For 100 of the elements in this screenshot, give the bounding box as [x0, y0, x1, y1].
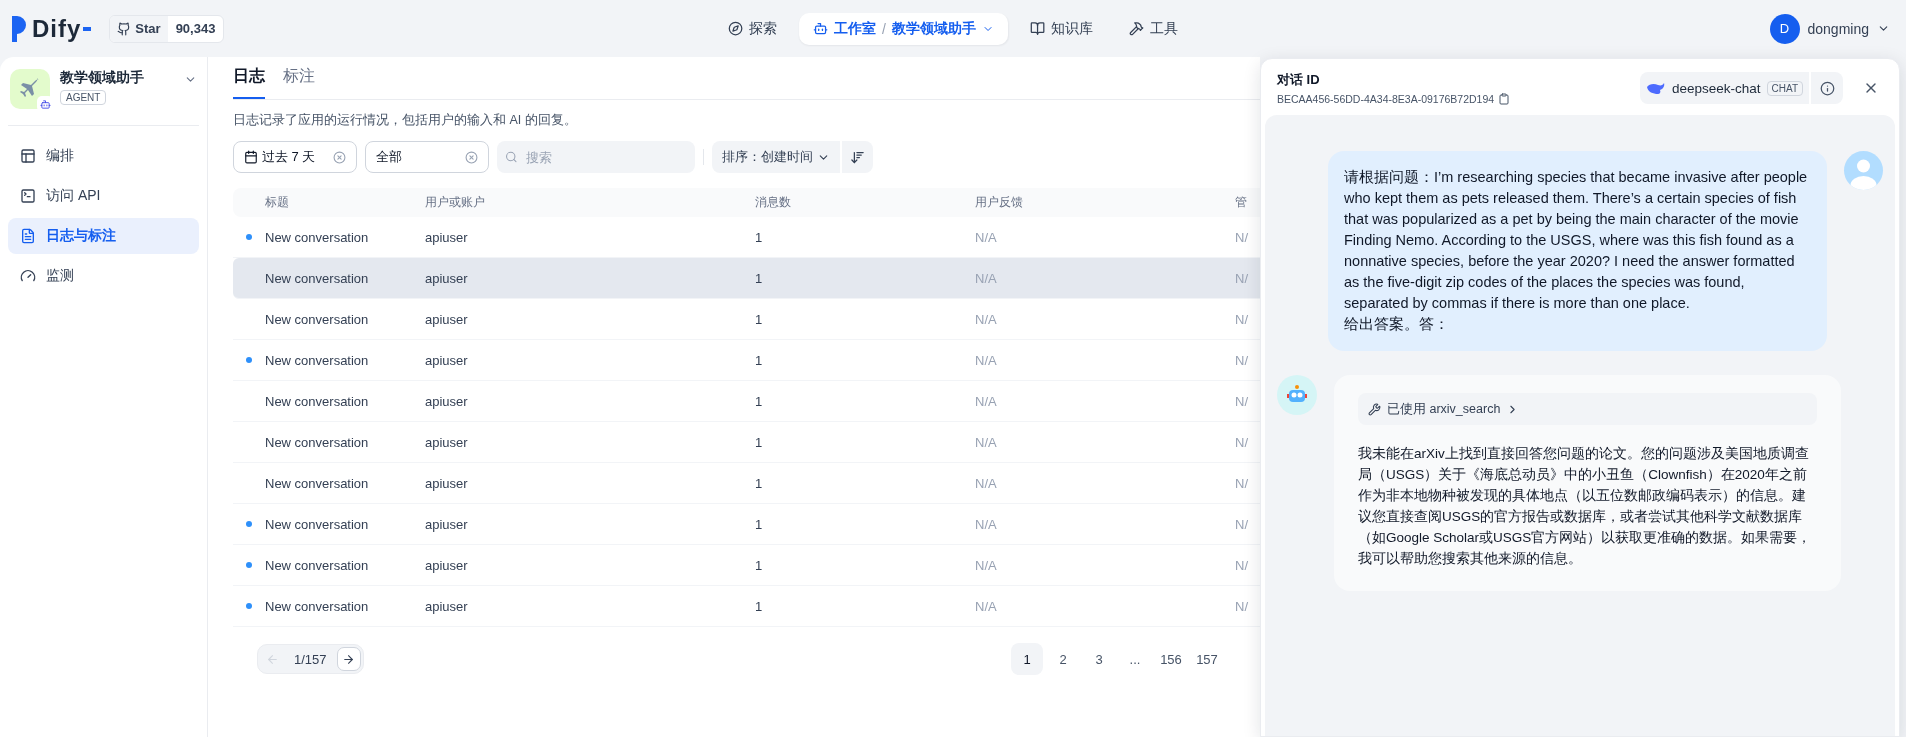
page-indicator: 1/157: [293, 651, 328, 667]
table-cell-text: N/: [1235, 598, 1249, 614]
table-cell-text: 1: [755, 557, 764, 573]
table-cell-text: N/A: [975, 475, 998, 491]
table-cell-text: New conversation: [265, 598, 370, 614]
sidebar-item[interactable]: 编排: [8, 138, 199, 174]
search-field[interactable]: 搜索: [497, 141, 695, 173]
wrench-icon: [1368, 402, 1381, 416]
conversation-id: BECAA456-56DD-4A34-8E3A-09176B72D194: [1277, 93, 1495, 105]
star-count: 90,343: [174, 21, 217, 36]
terminal-icon: [20, 188, 36, 204]
copy-icon[interactable]: [1498, 93, 1511, 105]
clear-icon[interactable]: [333, 150, 346, 164]
table-cell-text: 1: [755, 475, 764, 491]
user-avatar: [1844, 151, 1883, 190]
column-header: 用户或账户: [425, 194, 486, 211]
panel-title: 对话 ID: [1277, 71, 1321, 89]
info-icon: [1819, 80, 1835, 96]
table-cell-text: N/A: [975, 352, 998, 368]
table-cell-text: 1: [755, 393, 764, 409]
table-cell-text: 1: [755, 270, 764, 286]
table-row[interactable]: New conversation apiuser 1 N/A N/: [233, 258, 1260, 299]
table-cell-text: N/: [1235, 475, 1249, 491]
table-cell-text: 1: [755, 516, 764, 532]
table-cell-text: apiuser: [425, 434, 469, 450]
sidebar-item[interactable]: 访问 API: [8, 178, 199, 214]
sort-order-button[interactable]: [841, 141, 873, 173]
table-cell-text: 1: [755, 434, 764, 450]
column-header: 消息数: [755, 194, 792, 211]
table-cell-text: apiuser: [425, 270, 469, 286]
table-cell-text: N/: [1235, 557, 1249, 573]
table-cell-text: N/A: [975, 393, 998, 409]
app-icon: [10, 69, 50, 109]
table-cell-text: New conversation: [265, 229, 370, 245]
description: 日志记录了应用的运行情况，包括用户的输入和 AI 的回复。: [233, 112, 578, 129]
column-header: 用户反馈: [975, 194, 1024, 211]
page-button[interactable]: 157: [1191, 643, 1223, 675]
table-cell-text: apiuser: [425, 598, 469, 614]
github-star-button[interactable]: Star 90,343: [109, 14, 225, 43]
info-button[interactable]: [1811, 72, 1843, 104]
table-cell-text: N/A: [975, 434, 998, 450]
search-input[interactable]: 搜索: [523, 148, 687, 166]
user-name[interactable]: dongming: [1807, 20, 1869, 37]
app-type-tag: AGENT: [60, 90, 107, 105]
table-cell-text: N/: [1235, 434, 1249, 450]
whale-icon: [1645, 81, 1666, 95]
calendar-icon: [244, 150, 258, 164]
table-cell-text: 1: [755, 311, 764, 327]
table-cell-text: New conversation: [265, 352, 370, 368]
page-button[interactable]: ...: [1119, 643, 1151, 675]
table-cell-text: N/A: [975, 270, 998, 286]
robot-icon: [813, 21, 829, 36]
tab[interactable]: 日志: [233, 66, 265, 99]
sidebar-item[interactable]: 监测: [8, 258, 199, 294]
sidebar-item[interactable]: 日志与标注: [8, 218, 199, 254]
nav-tab[interactable]: 工作室 / 教学领域助手: [799, 12, 1008, 45]
page-button[interactable]: 1: [1011, 643, 1043, 675]
model-selector[interactable]: deepseek-chat CHAT: [1639, 72, 1809, 104]
table-cell-text: New conversation: [265, 434, 370, 450]
logo-text: Dify: [32, 14, 82, 43]
table-cell-text: New conversation: [265, 393, 370, 409]
hammer-icon: [1128, 21, 1144, 36]
sort-select[interactable]: 排序：创建时间: [712, 141, 840, 173]
github-icon: [117, 21, 132, 36]
layout-icon: [20, 148, 36, 164]
table-cell-text: New conversation: [265, 516, 370, 532]
arrow-right-icon: [342, 652, 356, 666]
compass-icon: [728, 21, 744, 36]
page-button[interactable]: 3: [1083, 643, 1115, 675]
clear-icon[interactable]: [465, 150, 478, 164]
gauge-icon: [20, 268, 36, 284]
table-cell-text: New conversation: [265, 475, 370, 491]
table-cell-text: 1: [755, 352, 764, 368]
nav-tab[interactable]: 探索: [714, 12, 792, 45]
nav-tab[interactable]: 工具: [1114, 12, 1192, 45]
table-cell-text: N/: [1235, 311, 1249, 327]
arrow-left-icon: [265, 652, 279, 666]
tool-call-bar[interactable]: 已使用 arxiv_search: [1358, 393, 1817, 425]
table-cell-text: N/A: [975, 516, 998, 532]
page-button[interactable]: 156: [1155, 643, 1187, 675]
table-cell-text: N/A: [975, 311, 998, 327]
status-select[interactable]: 全部: [365, 141, 489, 173]
table-cell-text: apiuser: [425, 475, 469, 491]
nav-tab[interactable]: 知识库: [1015, 12, 1107, 45]
sort-icon: [850, 149, 865, 165]
table-cell-text: N/A: [975, 557, 998, 573]
app-name: 教学领域助手: [60, 69, 144, 87]
table-cell-text: apiuser: [425, 352, 469, 368]
tab[interactable]: 标注: [283, 66, 315, 99]
date-range-select[interactable]: 过去 7 天: [233, 141, 357, 173]
column-header: 管: [1235, 194, 1248, 211]
table-cell-text: N/A: [975, 598, 998, 614]
next-page-button[interactable]: [336, 647, 361, 671]
table-cell-text: N/: [1235, 393, 1249, 409]
table-cell-text: apiuser: [425, 311, 469, 327]
page-button[interactable]: 2: [1047, 643, 1079, 675]
user-avatar[interactable]: D: [1769, 13, 1800, 44]
column-header: 标题: [265, 194, 290, 211]
table-cell-text: N/: [1235, 352, 1249, 368]
document-icon: [20, 228, 36, 244]
